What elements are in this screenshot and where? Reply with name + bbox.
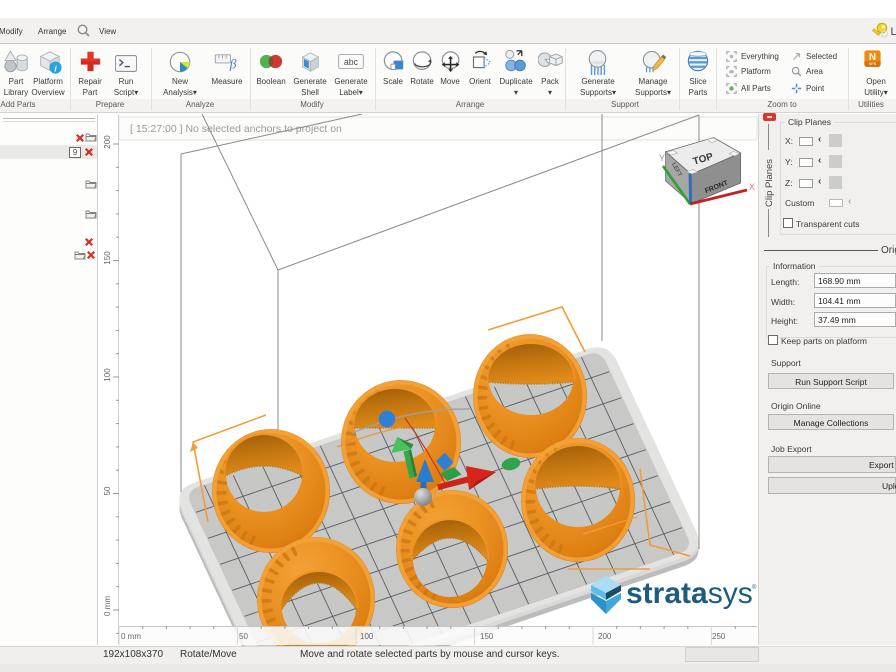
svg-text:stratasys: stratasys <box>626 577 753 610</box>
svg-text:®: ® <box>752 584 757 591</box>
svg-text:50: 50 <box>239 632 248 641</box>
svg-text:250: 250 <box>712 632 726 641</box>
svg-text:150: 150 <box>103 251 112 265</box>
svg-text:[ 15:27:00 ] No selected ancho: [ 15:27:00 ] No selected anchors to proj… <box>130 123 342 135</box>
svg-text:0 mm: 0 mm <box>121 632 141 641</box>
svg-text:200: 200 <box>103 135 112 149</box>
svg-text:200: 200 <box>598 632 612 641</box>
svg-text:0 mm: 0 mm <box>103 596 112 616</box>
svg-text:NFB: NFB <box>869 62 877 66</box>
svg-text:abc: abc <box>344 57 359 67</box>
svg-text:L: L <box>891 26 896 38</box>
svg-text:X: X <box>749 182 755 192</box>
svg-text:100: 100 <box>360 632 374 641</box>
svg-text:100: 100 <box>103 368 112 382</box>
svg-text:150: 150 <box>480 632 494 641</box>
svg-text:50: 50 <box>103 486 112 495</box>
svg-text:β: β <box>229 56 237 71</box>
svg-text:Y: Y <box>659 153 665 163</box>
